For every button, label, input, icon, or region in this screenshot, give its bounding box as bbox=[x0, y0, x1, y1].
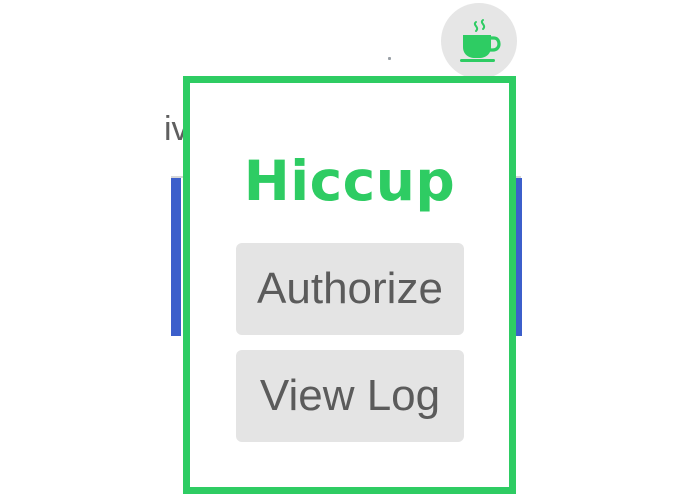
view-log-button[interactable]: View Log bbox=[236, 350, 464, 442]
coffee-cup-icon bbox=[460, 19, 501, 62]
extension-button[interactable] bbox=[441, 3, 517, 79]
authorize-button[interactable]: Authorize bbox=[236, 243, 464, 335]
popup-title: Hiccup bbox=[243, 149, 456, 213]
extension-popup: Hiccup Authorize View Log bbox=[183, 76, 516, 494]
background-panel-left bbox=[171, 178, 181, 336]
background-marker bbox=[388, 57, 391, 60]
